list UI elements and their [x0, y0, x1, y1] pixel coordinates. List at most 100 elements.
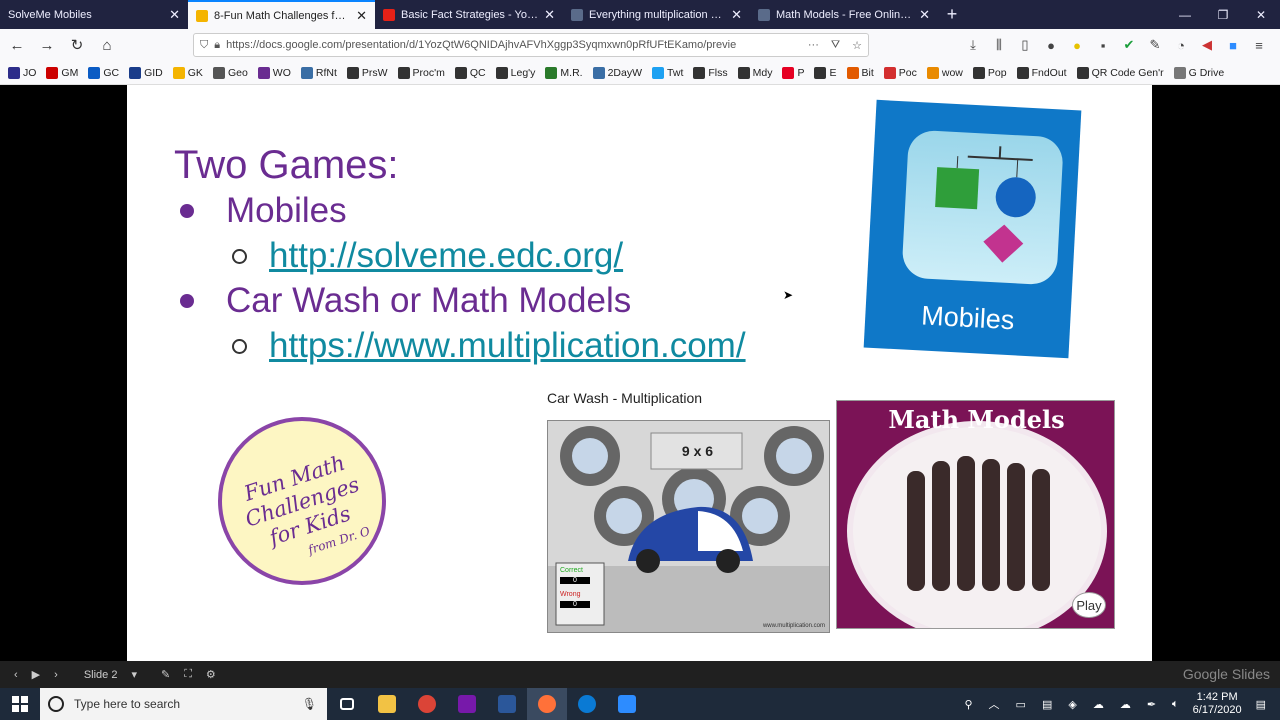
close-tab-icon[interactable]: ✕ — [919, 7, 930, 23]
bookmark-item[interactable]: M.R. — [545, 66, 583, 79]
cloud-icon[interactable]: ☁ — [1093, 698, 1104, 711]
play-icon[interactable]: ▶ — [32, 668, 40, 681]
bookmark-item[interactable]: 2DayW — [592, 66, 642, 79]
file-explorer-icon[interactable] — [367, 688, 407, 720]
extension-icon[interactable]: ◀ — [1194, 33, 1220, 57]
zoom-extension-icon[interactable]: ■ — [1220, 33, 1246, 57]
close-tab-icon[interactable]: ✕ — [169, 7, 180, 23]
close-tab-icon[interactable]: ✕ — [544, 7, 555, 23]
home-icon[interactable]: ⌂ — [94, 32, 120, 58]
bookmark-item[interactable]: Leg'y — [495, 66, 535, 79]
volume-icon[interactable]: 🔈︎ — [1172, 698, 1179, 711]
zoom-icon[interactable] — [607, 688, 647, 720]
bookmark-item[interactable]: JO — [8, 66, 37, 79]
play-button[interactable]: Play — [1072, 592, 1106, 618]
word-icon[interactable] — [487, 688, 527, 720]
bookmark-item[interactable]: FndOut — [1016, 66, 1067, 79]
bookmark-item[interactable]: Geo — [212, 66, 248, 79]
lock-icon[interactable]: 🔒︎ — [214, 39, 220, 52]
sidebar-icon[interactable]: ▯ — [1012, 33, 1038, 57]
tab-solveme[interactable]: SolveMe Mobiles ✕ — [0, 0, 188, 29]
bookmark-item[interactable]: GID — [129, 66, 163, 79]
forward-icon[interactable]: → — [34, 32, 60, 58]
wrong-label: Wrong — [560, 591, 581, 598]
bookmark-item[interactable]: PrsW — [346, 66, 388, 79]
tab-mathmodels[interactable]: Math Models - Free Online Mu ✕ — [750, 0, 938, 29]
taskbar-search[interactable]: Type here to search 🎙︎ — [40, 688, 327, 720]
chevron-down-icon[interactable]: ▾ — [131, 668, 137, 681]
people-icon[interactable]: ⚲ — [964, 698, 972, 711]
pocket-icon[interactable]: ⛛ — [831, 39, 840, 52]
carwash-caption: Car Wash - Multiplication — [547, 390, 703, 406]
bookmark-item[interactable]: Flss — [693, 66, 728, 79]
bookmark-item[interactable]: G Drive — [1173, 66, 1224, 79]
star-icon[interactable]: ☆ — [852, 39, 862, 52]
onedrive-icon[interactable]: ☁ — [1120, 698, 1131, 711]
clock[interactable]: 1:42 PM 6/17/2020 — [1193, 691, 1242, 717]
bookmark-item[interactable]: Poc — [883, 66, 917, 79]
bookmark-item[interactable]: RfNt — [300, 66, 337, 79]
new-tab-button[interactable]: + — [938, 0, 966, 29]
minimize-icon[interactable]: — — [1166, 0, 1204, 29]
menu-icon[interactable]: ≡ — [1246, 33, 1272, 57]
close-tab-icon[interactable]: ✕ — [731, 7, 742, 23]
bookmark-item[interactable]: Twt — [652, 66, 683, 79]
bookmark-item[interactable]: Mdy — [737, 66, 772, 79]
gear-icon[interactable]: ⚙ — [206, 668, 216, 681]
bookmark-item[interactable]: WO — [257, 66, 291, 79]
multiplication-link[interactable]: https://www.multiplication.com/ — [269, 326, 746, 366]
extension-icon[interactable]: ✎ — [1142, 33, 1168, 57]
next-slide-icon[interactable]: › — [54, 669, 58, 681]
task-view-icon[interactable] — [327, 688, 367, 720]
account-icon[interactable]: ● — [1038, 33, 1064, 57]
microphone-icon[interactable]: 🎙︎ — [302, 697, 317, 711]
dropbox-icon[interactable]: ◈ — [1068, 698, 1076, 711]
reload-icon[interactable]: ↻ — [64, 32, 90, 58]
google-slides-brand: Google Slides — [1182, 666, 1270, 682]
edge-icon[interactable] — [567, 688, 607, 720]
windows-start-icon[interactable] — [0, 688, 40, 720]
shield-icon[interactable]: ⛉ — [200, 39, 208, 52]
tab-slides[interactable]: 8-Fun Math Challenges for Kids ✕ — [188, 0, 375, 29]
pen-icon[interactable]: ✒ — [1147, 698, 1156, 711]
bookmark-item[interactable]: Proc'm — [397, 66, 445, 79]
bookmark-item[interactable]: E — [814, 66, 837, 79]
onenote-icon[interactable] — [447, 688, 487, 720]
bookmark-item[interactable]: GM — [46, 66, 78, 79]
more-icon[interactable]: ··· — [808, 39, 819, 51]
chevron-up-icon[interactable]: ︿ — [989, 696, 1000, 712]
restore-icon[interactable]: ❐ — [1204, 0, 1242, 29]
bookmark-item[interactable]: Pop — [972, 66, 1007, 79]
extension-icon[interactable]: ● — [1064, 33, 1090, 57]
fullscreen-icon[interactable]: ⛶ — [184, 668, 192, 681]
url-bar[interactable]: ⛉ 🔒︎ https://docs.google.com/presentatio… — [193, 33, 869, 57]
bookmark-item[interactable]: P — [782, 66, 804, 79]
battery-icon[interactable]: ▭ — [1016, 698, 1026, 711]
close-window-icon[interactable]: ✕ — [1242, 0, 1280, 29]
bookmark-label: JO — [23, 66, 37, 79]
close-tab-icon[interactable]: ✕ — [356, 8, 367, 24]
extension-icon[interactable]: ◔ — [1168, 33, 1194, 57]
bookmark-item[interactable]: GK — [172, 66, 203, 79]
bookmark-item[interactable]: wow — [926, 66, 963, 79]
network-icon[interactable]: ▤ — [1042, 698, 1052, 711]
bookmark-item[interactable]: QR Code Gen'r — [1076, 66, 1164, 79]
download-icon[interactable]: ⤓ — [960, 33, 986, 57]
slide-selector[interactable]: Slide 2 — [84, 669, 118, 681]
prev-slide-icon[interactable]: ‹ — [14, 669, 18, 681]
chrome-icon[interactable] — [407, 688, 447, 720]
extension-icon[interactable]: ▪ — [1090, 33, 1116, 57]
notification-icon[interactable]: ▤ — [1256, 698, 1266, 711]
bookmark-item[interactable]: QC — [454, 66, 486, 79]
x-icon — [571, 8, 583, 21]
checkmark-extension-icon[interactable]: ✔ — [1116, 33, 1142, 57]
bookmark-item[interactable]: Bit — [846, 66, 874, 79]
firefox-icon[interactable] — [527, 688, 567, 720]
library-icon[interactable]: ⫼ — [986, 33, 1012, 57]
tab-multiplication[interactable]: Everything multiplication at Mu ✕ — [563, 0, 750, 29]
solveme-link[interactable]: http://solveme.edc.org/ — [269, 236, 623, 276]
back-icon[interactable]: ← — [4, 32, 30, 58]
bookmark-item[interactable]: GC — [88, 66, 119, 79]
laser-pointer-icon[interactable]: ✎ — [161, 668, 170, 681]
tab-youtube[interactable]: Basic Fact Strategies - YouTube ✕ — [375, 0, 563, 29]
